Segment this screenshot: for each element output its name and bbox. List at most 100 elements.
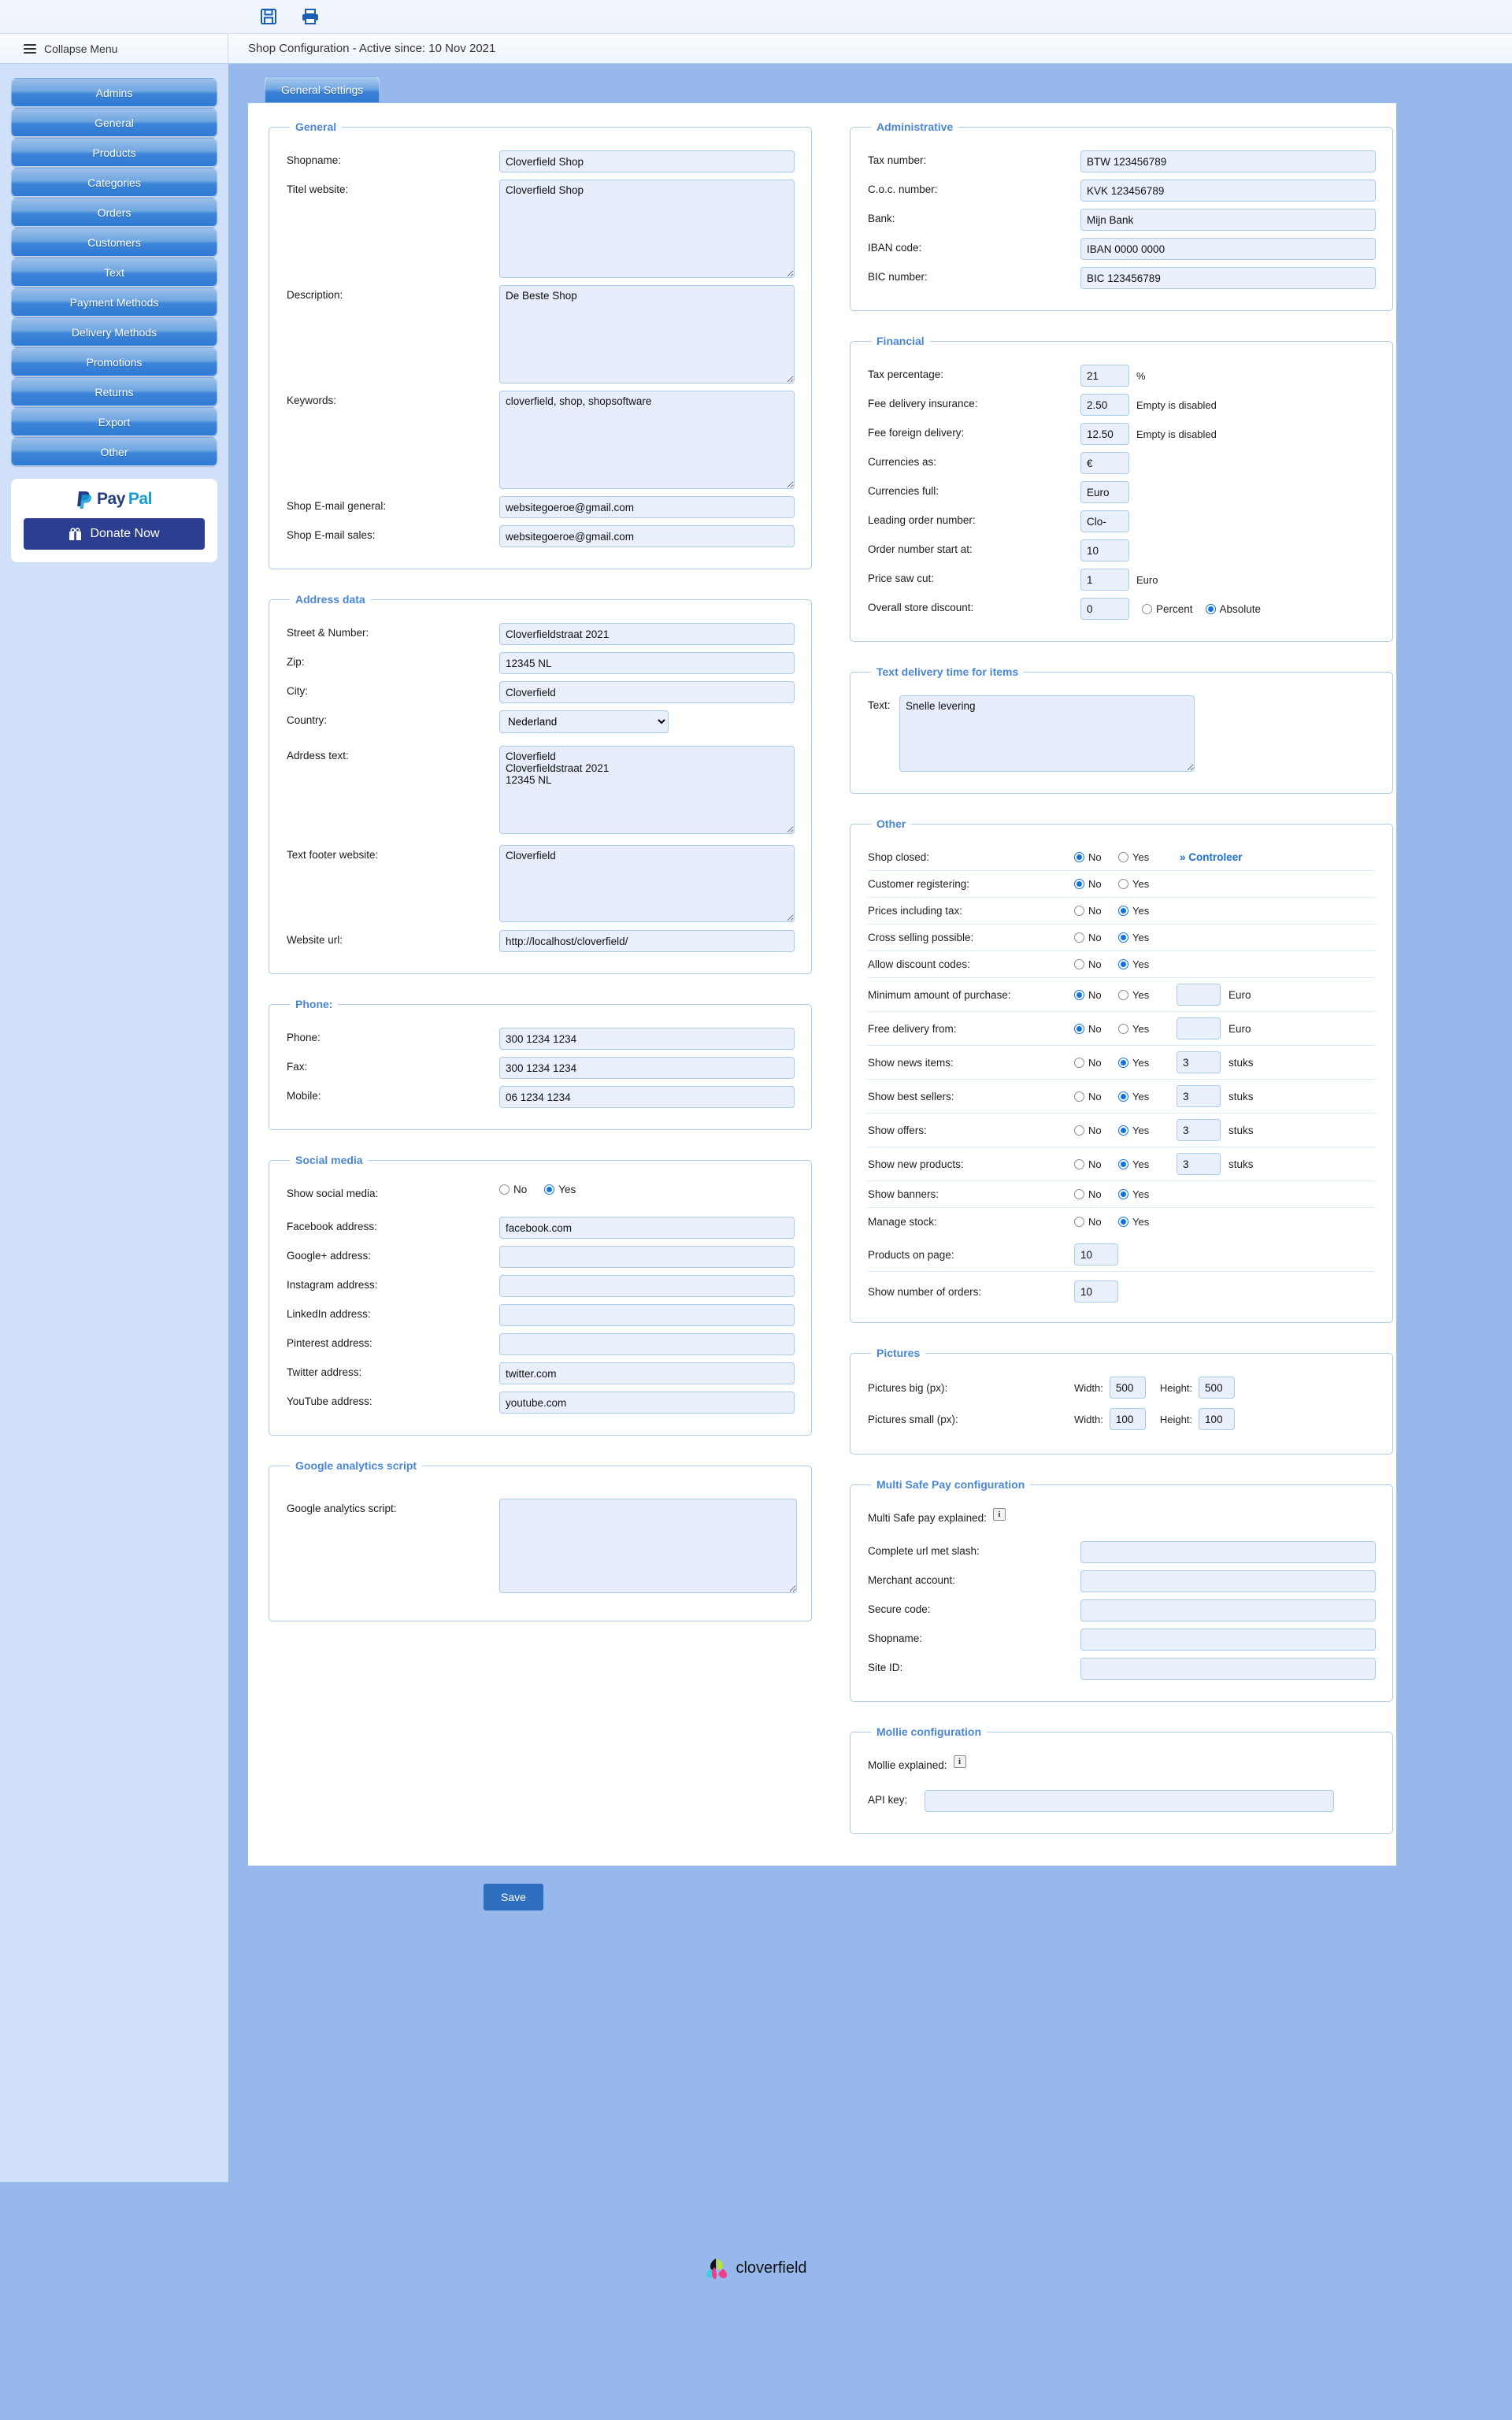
mollie-api-input[interactable]: [925, 1790, 1334, 1812]
currency-full-input[interactable]: [1080, 481, 1129, 503]
other-row-input[interactable]: [1177, 1153, 1221, 1175]
title-website-textarea[interactable]: Cloverfield Shop: [499, 180, 795, 278]
facebook-input[interactable]: [499, 1217, 795, 1239]
bic-input[interactable]: [1080, 267, 1376, 289]
radio-icon[interactable]: [1118, 1158, 1128, 1169]
analytics-textarea[interactable]: [499, 1499, 797, 1593]
radio-icon[interactable]: [1118, 959, 1128, 969]
google-input[interactable]: [499, 1246, 795, 1268]
email-sales-input[interactable]: [499, 525, 795, 547]
radio-icon[interactable]: [1118, 1091, 1128, 1102]
other-radio-no[interactable]: No: [1074, 1057, 1118, 1069]
other-row-input[interactable]: [1177, 1085, 1221, 1107]
other-radio-no[interactable]: No: [1074, 989, 1118, 1001]
other-radio-yes[interactable]: Yes: [1118, 905, 1169, 917]
tab-general-settings[interactable]: General Settings: [265, 76, 380, 102]
discount-absolute-radio[interactable]: Absolute: [1205, 603, 1261, 615]
sidebar-item-admins[interactable]: Admins: [11, 78, 217, 107]
sidebar-item-delivery-methods[interactable]: Delivery Methods: [11, 317, 217, 347]
big-width-input[interactable]: [1109, 1377, 1146, 1399]
radio-icon[interactable]: [1074, 852, 1084, 862]
footer-text-textarea[interactable]: Cloverfield: [499, 845, 795, 922]
collapse-menu-button[interactable]: Collapse Menu: [0, 33, 228, 64]
other-radio-no[interactable]: No: [1074, 851, 1118, 863]
street-input[interactable]: [499, 623, 795, 645]
email-general-input[interactable]: [499, 496, 795, 518]
website-url-input[interactable]: [499, 930, 795, 952]
fee-insurance-input[interactable]: [1080, 394, 1129, 416]
radio-icon[interactable]: [1205, 603, 1216, 614]
msp-siteid-input[interactable]: [1080, 1658, 1376, 1680]
sidebar-item-customers[interactable]: Customers: [11, 228, 217, 257]
mobile-input[interactable]: [499, 1086, 795, 1108]
msp-secure-input[interactable]: [1080, 1599, 1376, 1621]
fee-foreign-input[interactable]: [1080, 423, 1129, 445]
twitter-input[interactable]: [499, 1362, 795, 1384]
radio-icon[interactable]: [1074, 906, 1084, 916]
fax-input[interactable]: [499, 1057, 795, 1079]
orders-shown-input[interactable]: [1074, 1280, 1118, 1303]
radio-icon[interactable]: [1074, 1158, 1084, 1169]
floppy-disk-icon[interactable]: [260, 8, 277, 25]
info-icon[interactable]: i: [953, 1755, 966, 1768]
linkedin-input[interactable]: [499, 1304, 795, 1326]
sidebar-item-text[interactable]: Text: [11, 258, 217, 287]
phone-input[interactable]: [499, 1028, 795, 1050]
keywords-textarea[interactable]: cloverfield, shop, shopsoftware: [499, 391, 795, 489]
radio-icon[interactable]: [1118, 1125, 1128, 1136]
other-radio-no[interactable]: No: [1074, 932, 1118, 943]
donate-now-button[interactable]: Donate Now: [24, 518, 205, 550]
overall-discount-input[interactable]: [1080, 598, 1129, 620]
other-radio-yes[interactable]: Yes: [1118, 1057, 1169, 1069]
order-start-input[interactable]: [1080, 539, 1129, 561]
pinterest-input[interactable]: [499, 1333, 795, 1355]
radio-icon[interactable]: [499, 1184, 510, 1195]
other-radio-no[interactable]: No: [1074, 1091, 1118, 1103]
radio-icon[interactable]: [1118, 1023, 1128, 1034]
discount-percent-radio[interactable]: Percent: [1142, 603, 1193, 615]
sidebar-item-promotions[interactable]: Promotions: [11, 347, 217, 376]
other-row-input[interactable]: [1177, 1051, 1221, 1073]
tax-number-input[interactable]: [1080, 150, 1376, 172]
radio-icon[interactable]: [1118, 906, 1128, 916]
sidebar-item-returns[interactable]: Returns: [11, 377, 217, 406]
small-width-input[interactable]: [1109, 1408, 1146, 1430]
big-height-input[interactable]: [1199, 1377, 1236, 1399]
printer-icon[interactable]: [301, 8, 320, 25]
other-radio-yes[interactable]: Yes: [1118, 958, 1169, 970]
other-row-input[interactable]: [1177, 984, 1221, 1006]
other-radio-yes[interactable]: Yes: [1118, 851, 1169, 863]
youtube-input[interactable]: [499, 1392, 795, 1414]
other-radio-no[interactable]: No: [1074, 1216, 1118, 1228]
show-social-yes[interactable]: Yes: [544, 1184, 576, 1195]
radio-icon[interactable]: [1074, 1023, 1084, 1034]
radio-icon[interactable]: [1074, 932, 1084, 943]
other-radio-yes[interactable]: Yes: [1118, 932, 1169, 943]
sidebar-item-export[interactable]: Export: [11, 407, 217, 436]
other-radio-yes[interactable]: Yes: [1118, 1125, 1169, 1136]
radio-icon[interactable]: [1118, 1057, 1128, 1068]
radio-icon[interactable]: [544, 1184, 555, 1195]
info-icon[interactable]: i: [992, 1508, 1006, 1521]
country-select[interactable]: Nederland: [499, 710, 669, 733]
controleer-link[interactable]: » Controleer: [1180, 851, 1243, 863]
other-radio-no[interactable]: No: [1074, 1125, 1118, 1136]
city-input[interactable]: [499, 681, 795, 703]
leading-order-input[interactable]: [1080, 510, 1129, 532]
other-radio-no[interactable]: No: [1074, 878, 1118, 890]
sidebar-item-orders[interactable]: Orders: [11, 198, 217, 227]
msp-shopname-input[interactable]: [1080, 1629, 1376, 1651]
other-radio-no[interactable]: No: [1074, 1188, 1118, 1200]
radio-icon[interactable]: [1142, 603, 1152, 614]
other-radio-yes[interactable]: Yes: [1118, 1216, 1169, 1228]
other-radio-no[interactable]: No: [1074, 1158, 1118, 1170]
products-on-page-input[interactable]: [1074, 1243, 1118, 1266]
bank-input[interactable]: [1080, 209, 1376, 231]
other-row-input[interactable]: [1177, 1017, 1221, 1040]
msp-url-input[interactable]: [1080, 1541, 1376, 1563]
price-saw-cut-input[interactable]: [1080, 569, 1129, 591]
radio-icon[interactable]: [1074, 989, 1084, 1000]
currency-symbol-input[interactable]: [1080, 452, 1129, 474]
small-height-input[interactable]: [1199, 1408, 1236, 1430]
radio-icon[interactable]: [1118, 852, 1128, 862]
